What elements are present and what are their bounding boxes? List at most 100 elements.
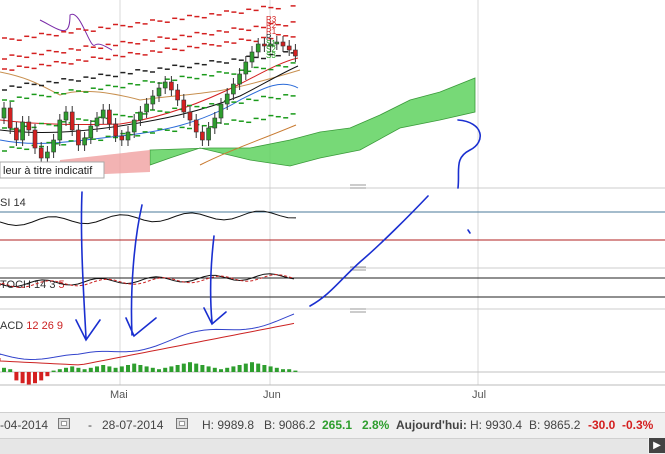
stock-chart: R3R2R1PS1S2S3 leur à titre indicatif SI … xyxy=(0,0,665,401)
candle-body xyxy=(69,111,75,131)
macd-histogram-bar xyxy=(194,363,199,372)
annotation-arrow-2 xyxy=(125,204,157,338)
horizontal-scrollbar[interactable] xyxy=(0,438,648,454)
candle-body xyxy=(175,89,180,101)
candle-body xyxy=(88,125,94,139)
ichimoku-cloud xyxy=(60,77,476,176)
candle-body xyxy=(286,45,292,51)
high-stat: H: 9989.8 xyxy=(202,418,255,432)
candle-body xyxy=(181,99,187,113)
macd-histogram-bar xyxy=(45,372,50,377)
macd-histogram-bar xyxy=(188,362,192,372)
candle-body xyxy=(212,117,218,129)
macd-histogram-bar xyxy=(82,369,87,372)
macd-histogram-bar xyxy=(126,365,130,372)
macd-histogram-bar xyxy=(14,372,19,381)
candle-body xyxy=(162,81,168,89)
low-stat: B: 9086.2 xyxy=(264,418,316,432)
macd-histogram-bar xyxy=(138,365,143,372)
macd-histogram-bar xyxy=(287,369,292,372)
candle-body xyxy=(187,111,193,121)
macd-histogram-bar xyxy=(181,363,186,372)
tooltip-text: leur à titre indicatif xyxy=(3,165,93,177)
macd-histogram-bar xyxy=(243,363,248,372)
candle-body xyxy=(45,151,50,159)
today-low: B: 9865.2 xyxy=(529,418,581,432)
candle-body xyxy=(200,131,205,141)
today-change: -30.0 xyxy=(588,418,616,432)
macd-histogram-bar xyxy=(231,366,236,372)
candle-body xyxy=(14,127,19,141)
bollinger-upper-line xyxy=(39,13,113,51)
macd-histogram-bar xyxy=(274,367,279,372)
macd-histogram-bar xyxy=(8,369,13,372)
candle-body xyxy=(237,73,242,85)
macd-histogram-bar xyxy=(206,366,211,372)
resize-handle-macd[interactable] xyxy=(350,308,366,313)
today-pct: -0.3% xyxy=(622,418,654,432)
candle-body xyxy=(144,103,149,113)
resize-handle-rsi[interactable] xyxy=(350,184,366,189)
x-tick-mai: Mai xyxy=(110,389,128,401)
macd-histogram-bar xyxy=(262,365,267,372)
macd-histogram-bar xyxy=(256,363,261,372)
macd-histogram-bar xyxy=(119,366,124,372)
scroll-right-arrow[interactable]: ▶ xyxy=(649,438,665,453)
macd-histogram xyxy=(2,362,298,385)
macd-histogram-bar xyxy=(219,369,223,372)
annotation-dot xyxy=(467,229,471,234)
macd-histogram-bar xyxy=(225,367,230,372)
macd-histogram-bar xyxy=(64,367,68,372)
candle-body xyxy=(206,127,211,141)
macd-histogram-bar xyxy=(101,365,106,372)
macd-histogram-bar xyxy=(26,372,31,385)
macd-histogram-bar xyxy=(33,372,37,384)
macd-histogram-bar xyxy=(113,367,118,372)
macd-histogram-bar xyxy=(200,365,205,372)
to-date: 28-07-2014 xyxy=(102,418,164,432)
candle-body xyxy=(280,41,286,47)
candle-body xyxy=(94,117,100,127)
candles xyxy=(1,36,298,164)
candle-body xyxy=(76,129,81,146)
pivot-label: S3 xyxy=(266,51,276,60)
from-date: -04-2014 xyxy=(0,418,49,432)
ma-line-blue xyxy=(0,83,299,144)
candle-body xyxy=(63,111,69,121)
candle-body xyxy=(82,137,87,146)
candle-body xyxy=(119,135,125,141)
x-tick-jul: Jul xyxy=(472,389,486,401)
candle-body xyxy=(7,107,13,129)
candle-body xyxy=(156,87,162,97)
today-high: H: 9930.4 xyxy=(470,418,523,432)
candle-body xyxy=(38,147,44,159)
macd-histogram-bar xyxy=(95,366,99,372)
candle-body xyxy=(51,139,56,153)
calendar-icon-to[interactable] xyxy=(176,418,188,429)
candle-body xyxy=(131,119,137,133)
macd-histogram-bar xyxy=(237,365,242,372)
x-tick-jun: Jun xyxy=(263,389,281,401)
candle-body xyxy=(100,109,106,119)
macd-histogram-bar xyxy=(57,369,62,372)
macd-histogram-bar xyxy=(88,367,93,372)
candle-body xyxy=(293,49,298,57)
ma-line-orange xyxy=(0,69,301,101)
macd-histogram-bar xyxy=(169,366,174,372)
candle-body xyxy=(125,131,131,141)
macd-histogram-bar xyxy=(150,367,155,372)
macd-histogram-bar xyxy=(250,362,254,372)
calendar-icon-from[interactable] xyxy=(58,418,70,429)
candle-body xyxy=(249,51,255,63)
candle-body xyxy=(57,119,63,141)
macd-label: ACD 12 26 9 xyxy=(0,320,63,332)
cloud-green xyxy=(149,77,476,167)
rsi-label: SI 14 xyxy=(0,197,26,209)
candle-body xyxy=(243,61,249,75)
macd-histogram-bar xyxy=(212,367,217,372)
macd-histogram-bar xyxy=(70,366,75,372)
candle-body xyxy=(274,41,280,45)
candle-body xyxy=(26,121,32,131)
annotation-arrow-1 xyxy=(75,191,101,342)
rsi-line xyxy=(0,210,297,227)
